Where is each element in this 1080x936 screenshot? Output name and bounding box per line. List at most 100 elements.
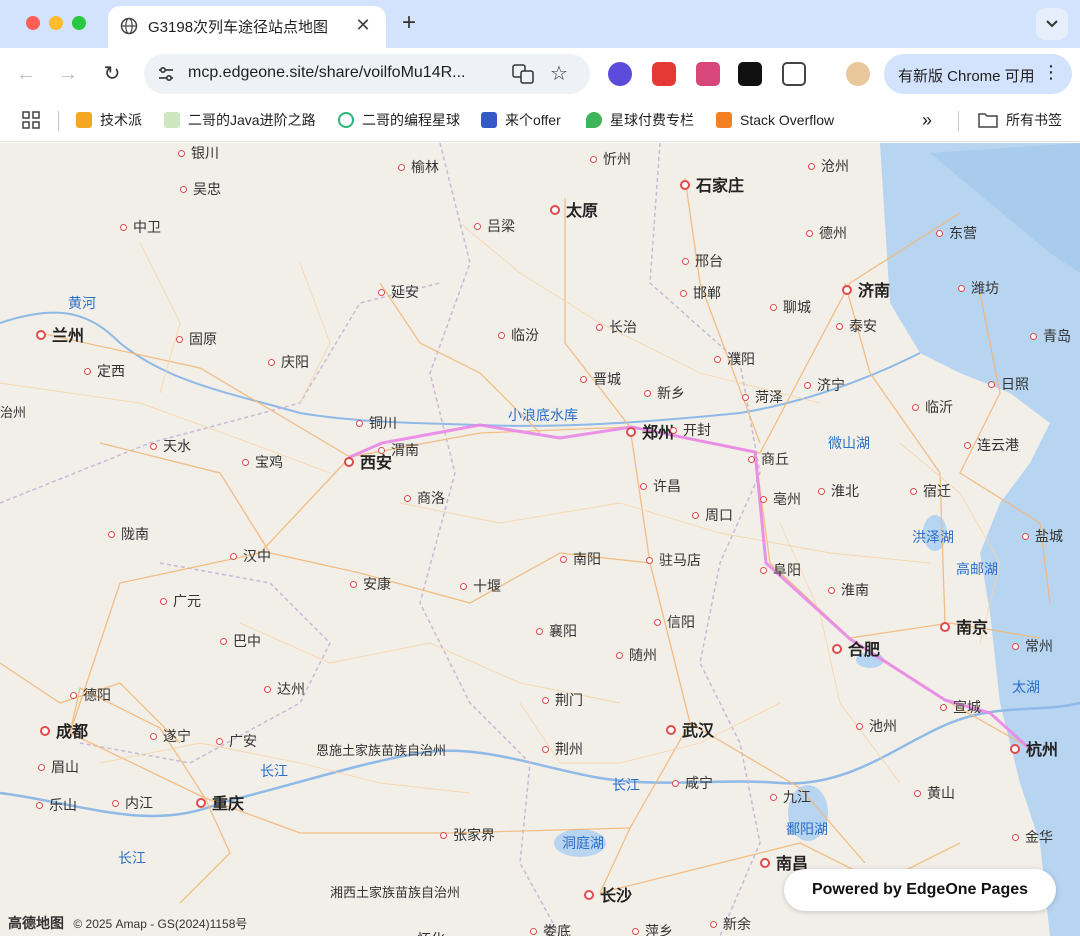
city-label[interactable]: 南京 xyxy=(940,621,988,637)
puzzle-icon[interactable] xyxy=(782,62,806,86)
city-label[interactable]: 德阳 xyxy=(70,687,111,703)
city-label[interactable]: 襄阳 xyxy=(536,623,577,639)
city-label[interactable]: 商丘 xyxy=(748,451,789,467)
city-label[interactable]: 周口 xyxy=(692,507,733,523)
city-label[interactable]: 延安 xyxy=(378,284,419,300)
reload-icon[interactable]: ↻ xyxy=(100,62,124,86)
city-label[interactable]: 杭州 xyxy=(1010,743,1058,759)
city-label[interactable]: 汉中 xyxy=(230,548,271,564)
map-view[interactable]: 太原 石家庄 济南 郑州 西安 成都 重庆 武汉 合肥 南京 杭州 兰州 南昌 长沙 银川 忻州 沧州 榆林 吴忠中… xyxy=(0,143,1080,936)
city-label[interactable]: 盐城 xyxy=(1022,528,1063,544)
city-label[interactable]: 邯郸 xyxy=(680,285,721,301)
city-label[interactable]: 黄山 xyxy=(914,785,955,801)
city-label[interactable]: 天水 xyxy=(150,438,191,454)
city-label[interactable]: 济宁 xyxy=(804,377,845,393)
city-label[interactable]: 连云港 xyxy=(964,437,1019,453)
city-label[interactable]: 随州 xyxy=(616,647,657,663)
all-bookmarks-button[interactable]: 所有书签 xyxy=(978,109,1062,131)
city-label[interactable]: 石家庄 xyxy=(680,179,744,195)
city-label[interactable]: 晋城 xyxy=(580,371,621,387)
city-label[interactable]: 新余 xyxy=(710,916,751,932)
city-label[interactable]: 榆林 xyxy=(398,159,439,175)
city-label[interactable]: 长沙 xyxy=(584,889,632,905)
tune-icon[interactable] xyxy=(156,64,176,84)
city-label[interactable]: 十堰 xyxy=(460,578,501,594)
city-label[interactable]: 陇南 xyxy=(108,526,149,542)
bookmark-item[interactable]: 来个offer xyxy=(481,109,561,131)
city-label[interactable]: 临汾 xyxy=(498,327,539,343)
city-label[interactable]: 泰安 xyxy=(836,318,877,334)
city-label[interactable]: 成都 xyxy=(40,725,88,741)
forward-icon[interactable]: → xyxy=(56,62,80,86)
city-label[interactable]: 信阳 xyxy=(654,614,695,630)
city-label[interactable]: 内江 xyxy=(112,795,153,811)
city-label[interactable]: 娄底 xyxy=(530,923,571,936)
city-label[interactable]: 濮阳 xyxy=(714,351,755,367)
city-label[interactable]: 吴忠 xyxy=(180,181,221,197)
close-window-button[interactable] xyxy=(26,16,40,30)
city-label[interactable]: 池州 xyxy=(856,718,897,734)
city-label[interactable]: 商洛 xyxy=(404,490,445,506)
bookmarks-overflow-button[interactable]: » xyxy=(922,109,932,131)
city-label[interactable]: 南阳 xyxy=(560,551,601,567)
plus-icon[interactable]: + xyxy=(396,10,422,36)
city-label[interactable]: 吕梁 xyxy=(474,218,515,234)
back-icon[interactable]: ← xyxy=(14,62,38,86)
city-label[interactable]: 邢台 xyxy=(682,253,723,269)
city-label[interactable]: 淮北 xyxy=(818,483,859,499)
city-label[interactable]: 开封 xyxy=(670,422,711,438)
city-label[interactable]: 眉山 xyxy=(38,759,79,775)
city-label[interactable]: 张家界 xyxy=(440,827,495,843)
city-label[interactable]: 广安 xyxy=(216,733,257,749)
bookmark-item[interactable]: 星球付费专栏 xyxy=(586,109,694,131)
city-label[interactable]: 宿迁 xyxy=(910,483,951,499)
city-label[interactable]: 青岛 xyxy=(1030,328,1071,344)
close-icon[interactable]: ✕ xyxy=(352,14,374,36)
city-label[interactable]: 忻州 xyxy=(590,151,631,167)
city-label[interactable]: 淮南 xyxy=(828,582,869,598)
city-label[interactable]: 咸宁 xyxy=(672,775,713,791)
tab-search-button[interactable] xyxy=(1036,8,1068,40)
city-label[interactable]: 宝鸡 xyxy=(242,454,283,470)
city-label[interactable]: 渭南 xyxy=(378,442,419,458)
city-label[interactable]: 兰州 xyxy=(36,329,84,345)
city-label[interactable]: 荆州 xyxy=(542,741,583,757)
city-label[interactable]: 菏泽 xyxy=(742,389,783,405)
city-label[interactable]: 固原 xyxy=(176,331,217,347)
powered-by-badge[interactable]: Powered by EdgeOne Pages xyxy=(784,869,1056,911)
city-label[interactable]: 遂宁 xyxy=(150,728,191,744)
address-bar[interactable]: mcp.edgeone.site/share/voilfoMu14R... ☆ xyxy=(144,54,590,94)
update-chrome-button[interactable]: 有新版 Chrome 可用 ⋮ xyxy=(884,54,1072,94)
city-label[interactable]: 德州 xyxy=(806,225,847,241)
city-label[interactable]: 九江 xyxy=(770,789,811,805)
translate-icon[interactable] xyxy=(512,63,534,85)
maximize-window-button[interactable] xyxy=(72,16,86,30)
bookmark-item[interactable]: Stack Overflow xyxy=(716,109,834,131)
city-label[interactable]: 新乡 xyxy=(644,385,685,401)
city-label[interactable]: 广元 xyxy=(160,593,201,609)
city-label[interactable]: 许昌 xyxy=(640,478,681,494)
city-label[interactable]: 金华 xyxy=(1012,829,1053,845)
avatar[interactable] xyxy=(846,62,870,86)
bookmark-item[interactable]: 技术派 xyxy=(76,109,142,131)
city-label[interactable]: 宣城 xyxy=(940,699,981,715)
bookmark-item[interactable]: 二哥的Java进阶之路 xyxy=(164,109,316,131)
bookmark-item[interactable]: 二哥的编程星球 xyxy=(338,109,460,131)
city-label[interactable]: 太原 xyxy=(550,204,598,220)
city-label[interactable]: 驻马店 xyxy=(646,552,701,568)
city-label[interactable]: 合肥 xyxy=(832,643,880,659)
city-label[interactable]: 阜阳 xyxy=(760,562,801,578)
city-label[interactable]: 西安 xyxy=(344,456,392,472)
city-label[interactable]: 达州 xyxy=(264,681,305,697)
extension-translate-icon[interactable] xyxy=(696,62,720,86)
city-label[interactable]: 日照 xyxy=(988,376,1029,392)
city-label[interactable]: 东营 xyxy=(936,225,977,241)
extension-dark-icon[interactable] xyxy=(738,62,762,86)
city-label[interactable]: 怀化 xyxy=(404,931,445,936)
city-label[interactable]: 银川 xyxy=(178,145,219,161)
city-label[interactable]: 潍坊 xyxy=(958,280,999,296)
city-label[interactable]: 巴中 xyxy=(220,633,261,649)
apps-grid-icon[interactable] xyxy=(22,111,40,129)
city-label[interactable]: 铜川 xyxy=(356,415,397,431)
active-tab[interactable]: G3198次列车途径站点地图 ✕ xyxy=(108,6,386,48)
